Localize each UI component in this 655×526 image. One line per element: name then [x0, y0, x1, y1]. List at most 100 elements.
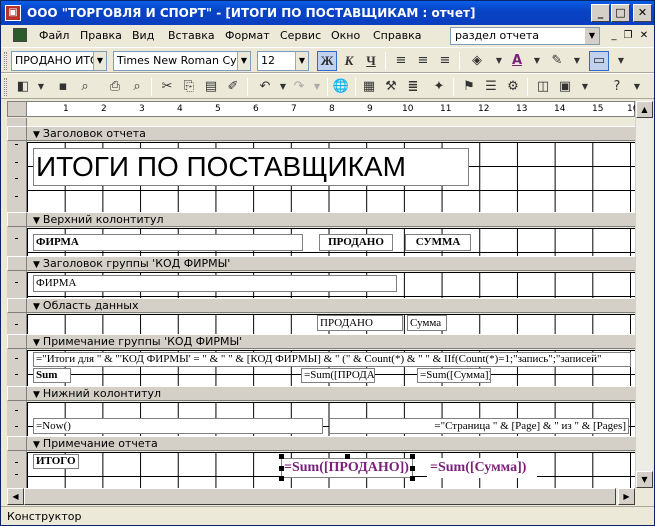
chevron-down-icon[interactable]: ▼: [93, 52, 106, 70]
section-report-footer[interactable]: ▼ Примечание отчета: [27, 436, 635, 451]
autoformat-icon[interactable]: ✦: [429, 77, 449, 97]
horizontal-scrollbar[interactable]: ◀ ▶: [7, 488, 635, 505]
paste-icon[interactable]: ▤: [201, 77, 221, 97]
view-dropdown-icon[interactable]: ▼: [31, 77, 51, 97]
menu-view[interactable]: Вид: [132, 29, 154, 42]
print-icon[interactable]: ⎙: [105, 77, 125, 97]
menu-file[interactable]: Файл: [39, 29, 69, 42]
scroll-down-icon[interactable]: ▼: [636, 471, 653, 488]
format-painter-icon[interactable]: ✐: [223, 77, 243, 97]
cut-icon[interactable]: ✂: [157, 77, 177, 97]
properties-icon[interactable]: ☰: [481, 77, 501, 97]
section-selector[interactable]: [7, 436, 27, 451]
scroll-up-icon[interactable]: ▲: [636, 101, 653, 118]
underline-button[interactable]: Ч: [361, 51, 381, 71]
access-app-icon[interactable]: ▣: [5, 5, 21, 21]
ph-firm-label[interactable]: ФИРМА: [33, 234, 303, 251]
resize-handle[interactable]: [345, 454, 350, 459]
resize-handle[interactable]: [410, 454, 415, 459]
hyperlink-icon[interactable]: 🌐: [331, 77, 351, 97]
resize-handle[interactable]: [279, 466, 284, 471]
chevron-down-icon[interactable]: ▼: [237, 52, 250, 70]
line-color-icon[interactable]: ✎: [547, 51, 567, 71]
code-icon[interactable]: ⚑: [459, 77, 479, 97]
border-dropdown-icon[interactable]: ▼: [611, 51, 631, 71]
rf-sum-sum-field[interactable]: =Sum([Сумма]): [427, 458, 537, 478]
mdi-minimize-icon[interactable]: _: [607, 29, 621, 43]
redo-icon[interactable]: ↷: [289, 77, 309, 97]
horizontal-ruler[interactable]: 1 2 3 4 5 6 7 8 9 10 11 12 13 14 15 16: [7, 101, 638, 117]
menu-help[interactable]: Справка: [373, 29, 421, 42]
report-title-label[interactable]: ИТОГИ ПО ПОСТАВЩИКАМ: [33, 148, 469, 186]
section-selector[interactable]: [7, 334, 27, 349]
rf-sum-sold-field[interactable]: =Sum([ПРОДАНО]): [281, 458, 413, 478]
gf-sum-label[interactable]: Sum: [33, 368, 71, 383]
toolbox-icon[interactable]: ⚒: [381, 77, 401, 97]
gh-firm-field[interactable]: ФИРМА: [33, 275, 397, 292]
section-selector[interactable]: [7, 256, 27, 271]
ph-sold-label[interactable]: ПРОДАНО: [319, 234, 393, 251]
chevron-down-icon[interactable]: ▼: [295, 52, 308, 70]
align-left-icon[interactable]: ≡: [391, 51, 411, 71]
new-object-icon[interactable]: ▣: [555, 77, 575, 97]
pf-page-field[interactable]: ="Страница " & [Page] & " из " & [Pages]: [329, 418, 629, 434]
section-group-header[interactable]: ▼ Заголовок группы 'КОД ФИРМЫ': [27, 256, 635, 271]
bold-button[interactable]: Ж: [317, 51, 337, 71]
minimize-button[interactable]: _: [591, 4, 610, 22]
detail-sum-field[interactable]: Сумма: [407, 315, 447, 331]
font-combo[interactable]: Times New Roman Cyr ▼: [113, 51, 251, 71]
vertical-scrollbar[interactable]: ▲ ▼: [635, 101, 653, 488]
field-list-icon[interactable]: ▦: [359, 77, 379, 97]
gf-sum-sum-field[interactable]: =Sum([Сумма]): [417, 368, 491, 383]
ask-question-box[interactable]: раздел отчета ▼: [450, 27, 600, 45]
detail-sold-field[interactable]: ПРОДАНО: [317, 315, 403, 331]
section-selector[interactable]: [7, 386, 27, 401]
menu-window[interactable]: Окно: [331, 29, 360, 42]
scroll-thumb[interactable]: [24, 488, 616, 505]
line-color-dropdown-icon[interactable]: ▼: [567, 51, 587, 71]
menu-format[interactable]: Формат: [225, 29, 270, 42]
resize-handle[interactable]: [279, 476, 284, 481]
rf-total-label[interactable]: ИТОГО: [33, 454, 79, 469]
sorting-grouping-icon[interactable]: ≣: [403, 77, 423, 97]
gf-sum-sold-field[interactable]: =Sum([ПРОДАНО]): [301, 368, 375, 383]
section-selector[interactable]: [7, 298, 27, 313]
build-icon[interactable]: ⚙: [503, 77, 523, 97]
redo-dropdown-icon[interactable]: ▼: [307, 77, 327, 97]
ph-sum-label[interactable]: СУММА: [405, 234, 471, 251]
scroll-left-icon[interactable]: ◀: [7, 488, 24, 505]
section-selector[interactable]: [7, 126, 27, 141]
print-preview-icon[interactable]: ⌕: [127, 77, 147, 97]
object-combo[interactable]: ПРОДАНО ИТО ▼: [11, 51, 107, 71]
align-right-icon[interactable]: ≡: [435, 51, 455, 71]
ask-dropdown-icon[interactable]: ▼: [585, 28, 599, 44]
view-icon[interactable]: ◧: [13, 77, 33, 97]
report-selector[interactable]: [7, 101, 27, 117]
section-page-footer[interactable]: ▼ Нижний колонтитул: [27, 386, 635, 401]
help-icon[interactable]: ?: [607, 77, 627, 97]
section-detail[interactable]: ▼ Область данных: [27, 298, 635, 313]
toolbar-grip[interactable]: [4, 78, 7, 96]
database-window-icon[interactable]: ◫: [533, 77, 553, 97]
font-color-dropdown-icon[interactable]: ▼: [527, 51, 547, 71]
pf-now-field[interactable]: =Now(): [33, 418, 323, 434]
fill-color-dropdown-icon[interactable]: ▼: [489, 51, 509, 71]
align-center-icon[interactable]: ≡: [413, 51, 433, 71]
maximize-button[interactable]: □: [611, 4, 630, 22]
font-color-icon[interactable]: A: [507, 51, 527, 71]
border-width-icon[interactable]: ▭: [589, 51, 609, 71]
report-doc-icon[interactable]: [13, 28, 27, 42]
fill-color-icon[interactable]: ◈: [467, 51, 487, 71]
gf-summary-expression[interactable]: ="Итоги для " & "'КОД ФИРМЫ' = " & " " &…: [33, 352, 631, 367]
undo-icon[interactable]: ↶: [255, 77, 275, 97]
section-report-header[interactable]: ▼ Заголовок отчета: [27, 126, 635, 141]
new-object-dropdown-icon[interactable]: ▼: [575, 77, 595, 97]
menu-tools[interactable]: Сервис: [280, 29, 321, 42]
section-selector[interactable]: [7, 212, 27, 227]
section-group-footer[interactable]: ▼ Примечание группы 'КОД ФИРМЫ': [27, 334, 635, 349]
title-bar[interactable]: ▣ ООО "ТОРГОВЛЯ И СПОРТ" - [ИТОГИ ПО ПОС…: [1, 1, 654, 25]
copy-icon[interactable]: ⎘: [179, 77, 199, 97]
scroll-right-icon[interactable]: ▶: [618, 488, 635, 505]
resize-handle[interactable]: [279, 454, 284, 459]
save-icon[interactable]: ▪: [53, 77, 73, 97]
